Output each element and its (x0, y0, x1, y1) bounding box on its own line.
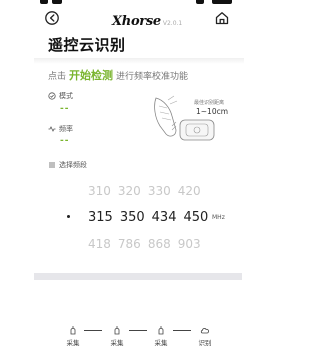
step-label: 采集 (66, 339, 80, 347)
instruction-suffix: 进行频率校准功能 (116, 72, 189, 82)
signal-icon (48, 126, 56, 132)
frequency-option-selected[interactable]: 315 (88, 210, 113, 225)
mode-value: -- (60, 104, 70, 114)
step-connector (129, 330, 147, 331)
frequency-row-selected[interactable]: 315 350 434 450 (88, 210, 320, 225)
remote-key-icon (70, 326, 76, 335)
back-arrow-icon (45, 11, 59, 25)
frequency-option-selected[interactable]: 350 (120, 210, 145, 225)
cloud-icon (200, 328, 210, 334)
step-connector (84, 330, 102, 331)
frequency-row-above[interactable]: 310 320 330 420 (88, 184, 320, 198)
step-label: 采集 (110, 339, 124, 347)
remote-key-icon (114, 326, 120, 335)
step-label: 采集 (154, 339, 168, 347)
instruction-text: 点击 开始检测 进行频率校准功能 (48, 67, 188, 83)
page-title: 遥控云识别 (48, 36, 126, 54)
home-button[interactable] (214, 10, 230, 26)
status-icon (52, 0, 62, 4)
step-collect-2: 采集 (105, 325, 129, 347)
status-icon (40, 0, 48, 4)
frequency-option[interactable]: 786 (118, 237, 141, 251)
mode-icon (48, 92, 56, 100)
frequency-option[interactable]: 330 (148, 184, 171, 198)
progress-steps: 采集 采集 采集 识别 (0, 325, 278, 355)
frequency-option[interactable]: 310 (88, 184, 111, 198)
step-identify: 识别 (193, 325, 217, 347)
range-hint-value: 1~10cm (196, 107, 229, 116)
start-detect-link[interactable]: 开始检测 (69, 69, 113, 82)
mode-label-row: 模式 (48, 91, 73, 101)
frequency-value: -- (60, 136, 70, 146)
range-hint-label: 最佳识别距离 (194, 100, 225, 106)
frequency-option[interactable]: 418 (88, 237, 111, 251)
mode-label: 模式 (59, 92, 73, 100)
remote-key-icon (158, 326, 164, 335)
frequency-unit: MHz (212, 214, 225, 221)
frequency-label-row: 频率 (48, 124, 73, 134)
frequency-option-selected[interactable]: 450 (183, 210, 208, 225)
step-connector (173, 330, 191, 331)
back-button[interactable] (44, 10, 60, 26)
selection-marker (67, 215, 70, 218)
select-band-label-row: 选择频段 (48, 160, 87, 170)
frequency-option[interactable]: 320 (118, 184, 141, 198)
status-icon (212, 0, 232, 4)
frequency-label: 频率 (59, 125, 73, 133)
frequency-option[interactable]: 420 (178, 184, 201, 198)
title-divider (34, 58, 244, 64)
frequency-option[interactable]: 903 (178, 237, 201, 251)
step-collect-3: 采集 (149, 325, 173, 347)
app-header: Xhorse V2.0.1 (0, 6, 278, 30)
instruction-prefix: 点击 (48, 72, 67, 82)
section-divider (34, 273, 242, 280)
frequency-option-selected[interactable]: 434 (152, 210, 177, 225)
list-icon (49, 162, 55, 168)
frequency-row-below[interactable]: 418 786 868 903 (88, 237, 320, 251)
status-icon (196, 0, 204, 4)
frequency-option[interactable]: 868 (148, 237, 171, 251)
brand-logo: Xhorse V2.0.1 (112, 10, 183, 29)
brand-name: Xhorse (112, 14, 161, 29)
select-band-label: 选择频段 (59, 161, 87, 169)
step-collect-1: 采集 (61, 325, 85, 347)
step-label: 识别 (198, 339, 212, 347)
app-version: V2.0.1 (162, 20, 183, 27)
home-icon (215, 12, 229, 25)
